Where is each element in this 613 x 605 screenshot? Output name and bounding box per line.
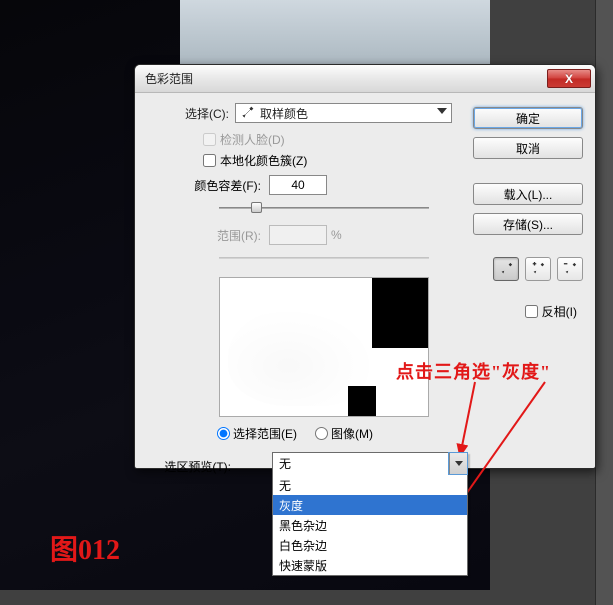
slider-thumb[interactable] xyxy=(251,202,262,213)
range-unit: % xyxy=(331,228,342,242)
detect-faces-checkbox xyxy=(203,133,216,146)
fuzziness-input[interactable] xyxy=(269,175,327,195)
preview-dark-region-2 xyxy=(348,386,376,416)
select-value: 取样颜色 xyxy=(260,105,308,122)
dropdown-display-value: 无 xyxy=(279,455,291,472)
cancel-button[interactable]: 取消 xyxy=(473,137,583,159)
dropdown-trigger[interactable] xyxy=(449,453,467,474)
radio-selection-label: 选择范围(E) xyxy=(233,425,297,442)
range-label: 范围(R): xyxy=(147,227,269,244)
preview-dark-region xyxy=(372,278,428,348)
radio-selection-input[interactable] xyxy=(217,427,230,440)
radio-selection[interactable]: 选择范围(E) xyxy=(217,425,297,442)
preview-dropdown-open: 无 无 灰度 黑色杂边 白色杂边 快速蒙版 xyxy=(272,452,468,576)
dropdown-option-black-matte[interactable]: 黑色杂边 xyxy=(273,515,467,535)
eyedropper-tools xyxy=(473,257,583,281)
save-label: 存储(S)... xyxy=(503,216,553,233)
eyedropper-add-tool[interactable] xyxy=(525,257,551,281)
invert-row: 反相(I) xyxy=(473,303,583,320)
select-label: 选择(C): xyxy=(147,105,235,122)
figure-label: 图012 xyxy=(50,528,120,568)
dropdown-option-white-matte[interactable]: 白色杂边 xyxy=(273,535,467,555)
load-button[interactable]: 载入(L)... xyxy=(473,183,583,205)
select-dropdown[interactable]: 取样颜色 xyxy=(235,103,452,123)
right-column: 确定 取消 载入(L)... 存储(S)... 反相(I) xyxy=(473,107,583,320)
dialog-body: 选择(C): 取样颜色 检测人脸(D) 本地化颜色簇(Z) 颜色容差(F): xyxy=(135,93,595,468)
preview-mode-radios: 选择范围(E) 图像(M) xyxy=(217,425,452,442)
select-row: 选择(C): 取样颜色 xyxy=(147,103,452,123)
annotation-instruction: 点击三角选"灰度" xyxy=(396,358,551,384)
dropdown-option-quick-mask[interactable]: 快速蒙版 xyxy=(273,555,467,575)
opt-1: 灰度 xyxy=(279,497,303,514)
load-label: 载入(L)... xyxy=(504,186,553,203)
detect-faces-row: 检测人脸(D) xyxy=(203,131,452,148)
cancel-label: 取消 xyxy=(516,140,540,157)
localized-label: 本地化颜色簇(Z) xyxy=(220,152,307,169)
dialog-title: 色彩范围 xyxy=(145,70,193,87)
ok-button[interactable]: 确定 xyxy=(473,107,583,129)
chevron-down-icon xyxy=(455,461,463,466)
radio-image-input[interactable] xyxy=(315,427,328,440)
preview-select-label: 选区预览(T): xyxy=(157,458,237,475)
range-slider xyxy=(219,251,429,265)
chevron-down-icon xyxy=(437,108,447,114)
dropdown-display[interactable]: 无 xyxy=(273,453,467,475)
range-input xyxy=(269,225,327,245)
dialog-titlebar[interactable]: 色彩范围 X xyxy=(135,65,595,93)
eyedropper-tool[interactable] xyxy=(493,257,519,281)
color-range-dialog: 色彩范围 X 选择(C): 取样颜色 检测人脸(D) xyxy=(134,64,596,469)
selection-preview[interactable] xyxy=(219,277,429,417)
opt-4: 快速蒙版 xyxy=(279,557,327,574)
eyedropper-subtract-tool[interactable] xyxy=(557,257,583,281)
opt-0: 无 xyxy=(279,477,291,494)
dropdown-option-grayscale[interactable]: 灰度 xyxy=(273,495,467,515)
eyedropper-minus-icon xyxy=(563,262,577,276)
app-right-panel xyxy=(595,0,613,605)
radio-image-label: 图像(M) xyxy=(331,425,373,442)
fuzziness-label: 颜色容差(F): xyxy=(147,177,269,194)
invert-checkbox[interactable] xyxy=(525,305,538,318)
range-row: 范围(R): % xyxy=(147,225,452,245)
invert-label: 反相(I) xyxy=(542,303,577,320)
fuzziness-slider[interactable] xyxy=(219,201,429,215)
localized-row: 本地化颜色簇(Z) xyxy=(203,152,452,169)
eyedropper-icon xyxy=(499,262,513,276)
opt-3: 白色杂边 xyxy=(279,537,327,554)
dropdown-option-none[interactable]: 无 xyxy=(273,475,467,495)
radio-image[interactable]: 图像(M) xyxy=(315,425,373,442)
opt-2: 黑色杂边 xyxy=(279,517,327,534)
eyedropper-icon xyxy=(240,106,254,120)
ok-label: 确定 xyxy=(516,110,540,127)
fuzziness-row: 颜色容差(F): xyxy=(147,175,452,195)
localized-checkbox[interactable] xyxy=(203,154,216,167)
slider-track xyxy=(219,257,429,259)
left-column: 选择(C): 取样颜色 检测人脸(D) 本地化颜色簇(Z) 颜色容差(F): xyxy=(147,103,452,475)
detect-faces-label: 检测人脸(D) xyxy=(220,131,285,148)
close-button[interactable]: X xyxy=(547,69,591,88)
save-button[interactable]: 存储(S)... xyxy=(473,213,583,235)
close-icon: X xyxy=(565,72,573,86)
eyedropper-plus-icon xyxy=(531,262,545,276)
